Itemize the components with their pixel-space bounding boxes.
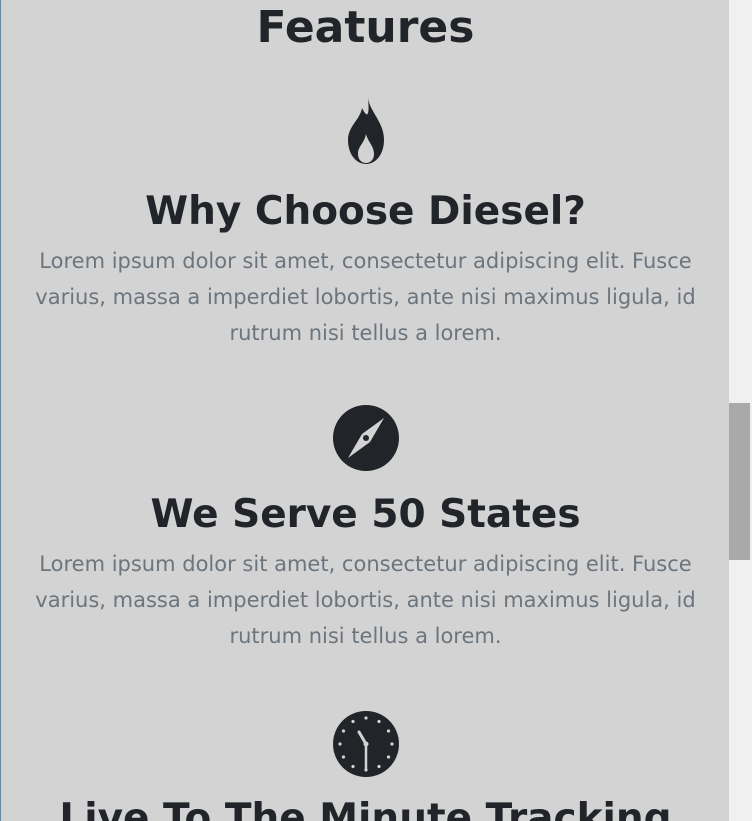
clock-icon (332, 711, 399, 777)
features-page: Features Why Choose Diesel? Lorem ipsum … (0, 0, 729, 821)
feature-item: Live To The Minute Tracking (1, 710, 729, 821)
feature-title: We Serve 50 States (150, 492, 581, 537)
scrollbar-thumb[interactable] (729, 403, 750, 560)
feature-item: Why Choose Diesel? Lorem ipsum dolor sit… (1, 98, 729, 351)
compass-icon (332, 405, 399, 471)
feature-description: Lorem ipsum dolor sit amet, consectetur … (35, 249, 696, 345)
feature-description: Lorem ipsum dolor sit amet, consectetur … (35, 552, 696, 648)
feature-title: Live To The Minute Tracking (59, 796, 672, 821)
section-title: Features (256, 2, 475, 53)
feature-title: Why Choose Diesel? (145, 189, 586, 234)
flame-icon (347, 98, 384, 164)
feature-item: We Serve 50 States Lorem ipsum dolor sit… (1, 404, 729, 654)
